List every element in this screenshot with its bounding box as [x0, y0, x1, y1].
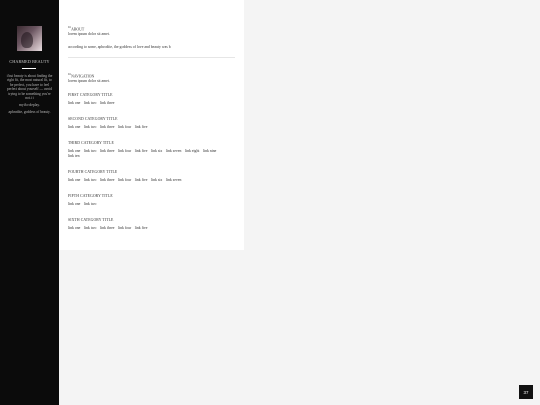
nav-link[interactable]: link one	[68, 149, 80, 153]
category-title: FOURTH CATEGORY TITLE	[68, 170, 118, 174]
nav-link[interactable]: link two	[84, 101, 97, 105]
bio-paragraph: aphrodite, goddess of beauty.	[8, 109, 51, 114]
category-title: THIRD CATEGORY TITLE	[68, 141, 114, 145]
about-subtitle: lorem ipsum dolor sit amet.	[68, 31, 110, 36]
nav-link[interactable]: link four	[118, 178, 131, 182]
category-title: SIXTH CATEGORY TITLE	[68, 218, 114, 222]
nav-link[interactable]: link five	[135, 125, 148, 129]
category-title: FIFTH CATEGORY TITLE	[68, 194, 113, 198]
category-second: SECOND CATEGORY TITLE link one link two …	[68, 117, 238, 130]
sidebar-bio: i but beauty is about finding the right …	[6, 74, 53, 117]
bio-paragraph: i but beauty is about finding the right …	[6, 74, 53, 101]
nav-link[interactable]: link ten	[68, 154, 80, 158]
nav-link[interactable]: link four	[118, 226, 131, 230]
bio-paragraph: myth roleplay.	[19, 102, 40, 107]
nav-link[interactable]: link three	[100, 178, 114, 182]
sidebar-divider	[22, 68, 36, 70]
category-fourth: FOURTH CATEGORY TITLE link one link two …	[68, 170, 238, 183]
category-title: FIRST CATEGORY TITLE	[68, 93, 113, 97]
main-content: 04ABOUT lorem ipsum dolor sit amet. acco…	[59, 0, 244, 250]
category-links: link one link two	[68, 202, 238, 207]
navigation-subtitle: lorem ipsum dolor sit amet.	[68, 78, 110, 83]
nav-link[interactable]: link four	[118, 125, 131, 129]
nav-link[interactable]: link two	[84, 202, 97, 206]
nav-link[interactable]: link five	[135, 226, 148, 230]
category-links: link one link two link three link four l…	[68, 125, 238, 130]
nav-link[interactable]: link two	[84, 226, 97, 230]
nav-link[interactable]: link seven	[166, 149, 182, 153]
category-sixth: SIXTH CATEGORY TITLE link one link two l…	[68, 218, 238, 231]
avatar[interactable]	[17, 26, 42, 51]
nav-link[interactable]: link five	[135, 178, 148, 182]
nav-link[interactable]: link six	[151, 149, 162, 153]
page-number-badge[interactable]: 37	[519, 385, 533, 399]
category-links: link one link two link three link four l…	[68, 149, 238, 158]
category-links: link one link two link three	[68, 101, 238, 106]
sidebar: CHARMED BEAUTY i but beauty is about fin…	[0, 0, 59, 405]
category-title: SECOND CATEGORY TITLE	[68, 117, 118, 121]
category-links: link one link two link three link four l…	[68, 226, 238, 231]
nav-link[interactable]: link three	[100, 149, 114, 153]
nav-link[interactable]: link three	[100, 125, 114, 129]
nav-link[interactable]: link one	[68, 226, 80, 230]
nav-link[interactable]: link six	[151, 178, 162, 182]
nav-link[interactable]: link two	[84, 125, 97, 129]
category-third: THIRD CATEGORY TITLE link one link two l…	[68, 141, 238, 158]
nav-link[interactable]: link one	[68, 178, 80, 182]
nav-link[interactable]: link nine	[203, 149, 216, 153]
nav-link[interactable]: link one	[68, 101, 80, 105]
navigation-section: 04NAVIGATION lorem ipsum dolor sit amet.	[68, 73, 238, 83]
category-first: FIRST CATEGORY TITLE link one link two l…	[68, 93, 238, 106]
nav-link[interactable]: link three	[100, 101, 114, 105]
category-links: link one link two link three link four l…	[68, 178, 238, 183]
about-label: ABOUT	[71, 27, 85, 32]
nav-link[interactable]: link one	[68, 125, 80, 129]
nav-link[interactable]: link one	[68, 202, 80, 206]
nav-link[interactable]: link seven	[166, 178, 182, 182]
nav-link[interactable]: link five	[135, 149, 148, 153]
nav-link[interactable]: link three	[100, 226, 114, 230]
about-text: according to some, aphrodite, the goddes…	[68, 45, 171, 50]
nav-link[interactable]: link two	[84, 178, 97, 182]
navigation-label: NAVIGATION	[71, 74, 95, 79]
section-divider	[68, 57, 235, 58]
nav-link[interactable]: link eight	[185, 149, 199, 153]
nav-link[interactable]: link two	[84, 149, 97, 153]
category-fifth: FIFTH CATEGORY TITLE link one link two	[68, 194, 238, 207]
about-section: 04ABOUT lorem ipsum dolor sit amet. acco…	[68, 26, 238, 49]
nav-link[interactable]: link four	[118, 149, 131, 153]
blog-title[interactable]: CHARMED BEAUTY	[0, 59, 59, 64]
